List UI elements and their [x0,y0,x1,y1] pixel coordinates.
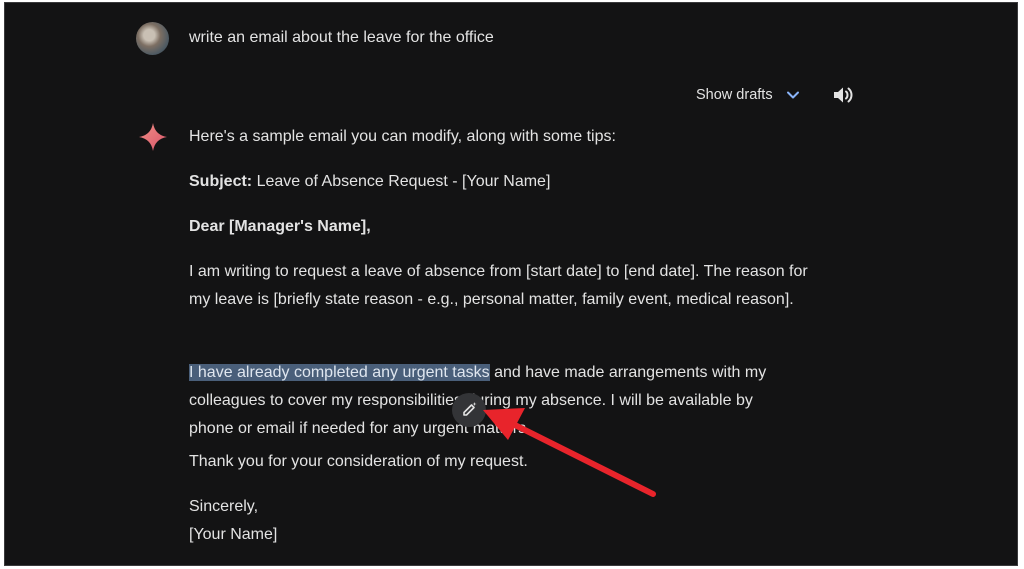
chat-window: write an email about the leave for the o… [4,2,1018,566]
show-drafts-button[interactable]: Show drafts [696,85,801,105]
subject-value: Leave of Absence Request - [Your Name] [252,173,551,190]
speaker-icon[interactable] [831,83,855,107]
subject-label: Subject: [189,173,253,190]
chevron-down-icon [786,91,799,99]
gemini-sparkle-icon [139,123,167,151]
response-intro: Here's a sample email you can modify, al… [189,128,616,145]
annotation-arrow [483,408,656,497]
subject-line: Subject: Leave of Absence Request - [You… [189,168,550,196]
user-prompt: write an email about the leave for the o… [189,29,494,46]
user-avatar [136,22,169,55]
show-drafts-label: Show drafts [696,87,773,103]
signature: [Your Name] [189,526,278,543]
sign-off: Sincerely, [Your Name] [189,493,277,549]
closing: Sincerely, [189,498,259,515]
greeting: Dear [Manager's Name], [189,218,371,235]
body-paragraph-1: I am writing to request a leave of absen… [189,263,808,308]
selected-text[interactable]: I have already completed any urgent task… [189,364,490,381]
